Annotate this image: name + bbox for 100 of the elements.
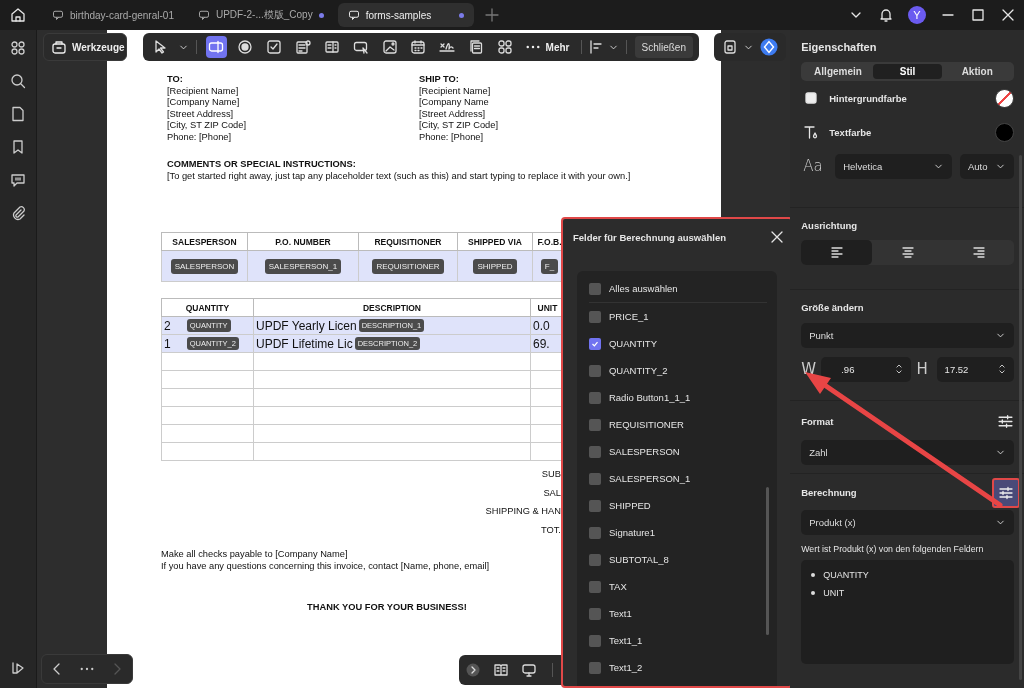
comment-icon [52, 9, 64, 21]
total-label: TOT. [540, 523, 561, 537]
comments-text: [To get started right away, just tap any placeholder text (such as this) and start typing to replace it with your own.] [166, 170, 631, 182]
checkbox[interactable] [588, 661, 601, 674]
address-line: [Street Address] [166, 108, 234, 120]
logo-icon[interactable] [10, 660, 26, 676]
color-swatch[interactable] [995, 88, 1014, 108]
more-button[interactable]: Mehr [521, 41, 574, 53]
total-label: SAL [542, 486, 561, 500]
panel-tab[interactable]: Stil [872, 64, 943, 80]
checkbox[interactable] [588, 472, 601, 485]
user-avatar[interactable]: Y [908, 6, 926, 24]
checkbox[interactable] [588, 634, 601, 647]
width-label: W [801, 360, 816, 379]
checkbox-label: TAX [608, 581, 627, 592]
save-icon[interactable] [721, 39, 738, 55]
section-title: Größe ändern [801, 302, 865, 313]
address-heading: SHIP TO: [418, 74, 460, 86]
address-line: [Company Name] [166, 97, 240, 109]
checkbox[interactable] [588, 391, 601, 404]
column-header: SHIPPED VIA [457, 232, 533, 251]
search-icon[interactable] [10, 73, 26, 89]
checkbox[interactable] [588, 553, 601, 566]
checkbox[interactable] [588, 310, 601, 323]
checkbox[interactable] [588, 337, 601, 350]
form-field[interactable]: SHIPPED [473, 258, 517, 274]
calculation-settings-button[interactable] [992, 478, 1020, 508]
color-swatch[interactable] [995, 122, 1014, 142]
column-header: DESCRIPTION [253, 298, 531, 317]
checkbox[interactable] [588, 282, 601, 295]
width-field[interactable]: .96 [821, 357, 911, 382]
scrollbar[interactable] [765, 487, 769, 635]
assistant-icon[interactable] [759, 38, 778, 56]
checkbox-label: Text1 [608, 608, 632, 619]
checkbox[interactable] [588, 580, 601, 593]
comment-icon [197, 9, 210, 21]
checkbox[interactable] [588, 499, 601, 512]
page-icon[interactable] [10, 106, 26, 122]
panel-tab[interactable]: Allgemein [803, 64, 873, 80]
address-heading: TO: [166, 74, 184, 86]
toolbox-icon [50, 39, 67, 55]
maximize-icon[interactable] [970, 7, 986, 23]
book-icon[interactable] [492, 662, 509, 678]
field-name: UNIT [823, 588, 845, 598]
close-icon[interactable] [1000, 7, 1016, 23]
more-icon[interactable] [79, 667, 94, 671]
address-line: Phone: [Phone] [166, 131, 232, 143]
grid-icon[interactable] [10, 40, 26, 56]
total-label: SHIPPING & HAN [484, 505, 561, 518]
comment-icon[interactable] [10, 172, 26, 188]
font-size-dropdown[interactable]: Auto [960, 153, 1014, 179]
checkbox-icon [266, 39, 283, 55]
column-header: P.O. NUMBER [247, 232, 359, 251]
font-icon: Aa [803, 157, 828, 176]
fill-icon [803, 90, 820, 107]
format-dropdown[interactable]: Zahl [801, 440, 1014, 465]
footer-text: If you have any questions concerning this invoice, contact [Name, phone, email] [160, 560, 490, 572]
calculation-description: Wert ist Produkt (x) von den folgenden Feldern [801, 544, 985, 554]
checkbox-label: Alles auswählen [608, 283, 678, 294]
tools-button[interactable]: Werkzeuge [42, 33, 127, 61]
property-label: Hintergrundfarbe [829, 92, 908, 104]
checkbox-label: Signature1 [608, 527, 655, 538]
close-button[interactable]: Schließen [634, 36, 693, 58]
panel-tab[interactable]: Aktion [942, 64, 1012, 80]
checkbox-label: QUANTITY [608, 338, 657, 349]
document-tab[interactable]: birthday-card-genral-01 [42, 3, 184, 27]
unit-dropdown[interactable]: Punkt [801, 323, 1014, 348]
calculation-dropdown[interactable]: Produkt (x) [801, 510, 1014, 535]
form-field[interactable]: F_ [540, 258, 559, 274]
unsaved-dot [458, 12, 464, 18]
sliders-icon[interactable] [997, 413, 1014, 430]
table-cell: UPDF Yearly Licen [255, 318, 357, 333]
add-tab-icon[interactable] [483, 7, 500, 23]
checkbox-label: SHIPPED [608, 500, 651, 511]
form-field[interactable]: SALESPERSON_1 [264, 258, 342, 274]
checkbox-label: Text1_2 [608, 662, 643, 673]
height-field[interactable]: 17.52 [936, 357, 1014, 382]
checkbox[interactable] [588, 607, 601, 620]
unsaved-dot [318, 12, 324, 18]
font-dropdown[interactable]: Helvetica [835, 153, 952, 179]
home-icon[interactable] [10, 7, 26, 23]
checkbox[interactable] [588, 418, 601, 431]
height-label: H [916, 360, 929, 379]
checkbox[interactable] [588, 445, 601, 458]
expand-icon[interactable] [464, 662, 481, 678]
form-field[interactable]: REQUISITIONER [372, 258, 444, 274]
table-cell: 0.0 [532, 318, 550, 333]
checkbox[interactable] [588, 526, 601, 539]
bookmark-icon[interactable] [10, 139, 26, 155]
paperclip-icon[interactable] [10, 205, 26, 221]
align-button[interactable] [801, 240, 873, 265]
checkbox-label: SALESPERSON_1 [608, 473, 691, 484]
form-field[interactable]: SALESPERSON [170, 258, 239, 274]
bell-icon[interactable] [878, 7, 894, 23]
comments-heading: COMMENTS OR SPECIAL INSTRUCTIONS: [166, 159, 357, 171]
form-tool-button[interactable] [205, 36, 227, 58]
document-tab[interactable]: forms-samples [337, 3, 474, 27]
document-tab[interactable]: UPDF-2-...模版_Copy [187, 3, 334, 27]
monitor-icon[interactable] [520, 662, 537, 678]
checkbox[interactable] [588, 364, 601, 377]
